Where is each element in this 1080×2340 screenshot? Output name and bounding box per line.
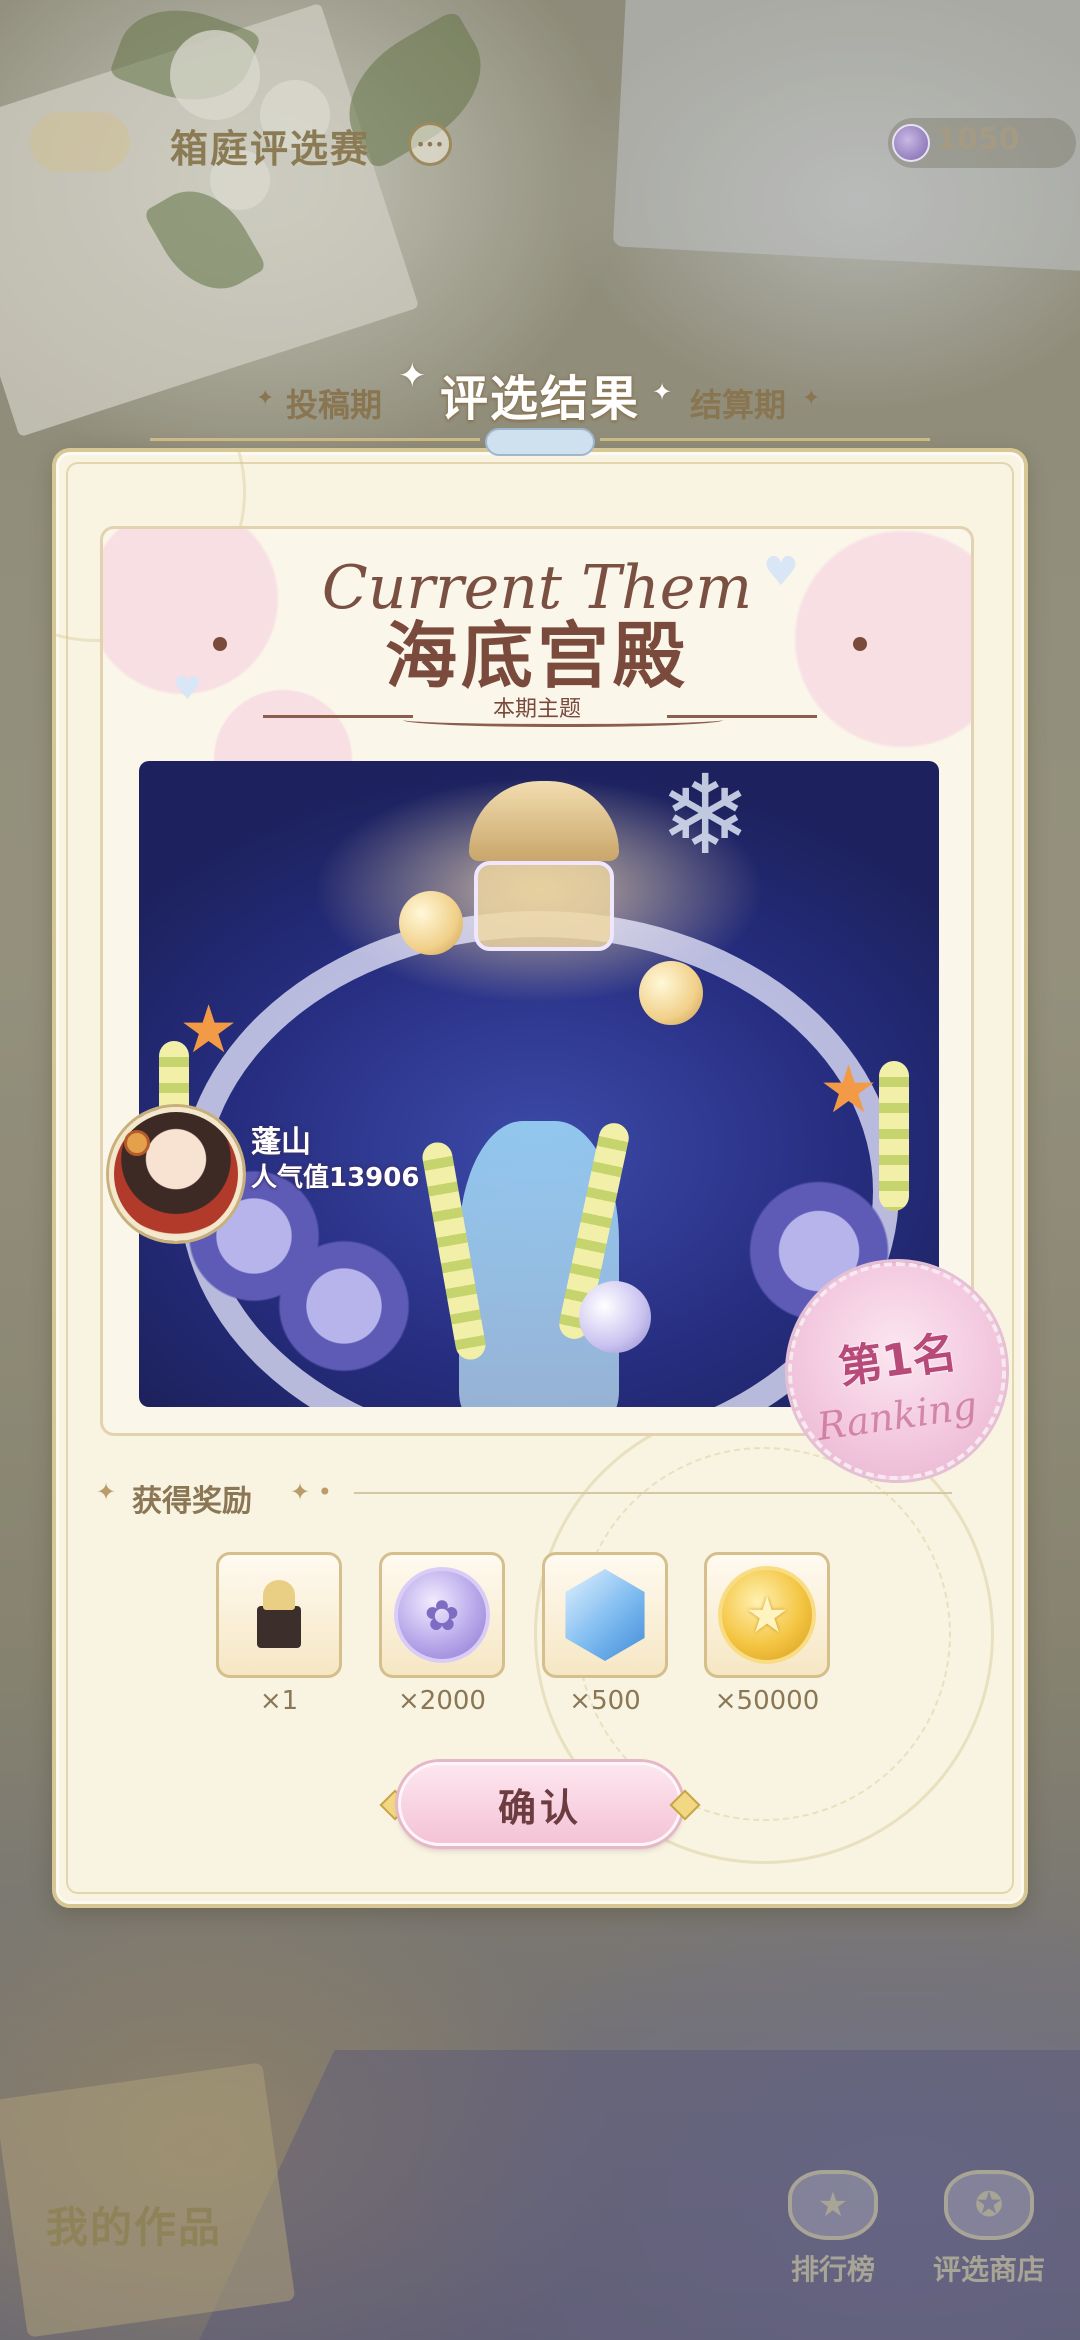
blue-crystal-icon — [565, 1569, 645, 1661]
currency-value: 1050 — [936, 122, 1020, 157]
gold-star-coin-icon: ★ — [718, 1566, 816, 1664]
sparkle-icon: ✦ — [96, 1478, 117, 1506]
sparkle-icon: ✦ • — [290, 1478, 332, 1506]
furniture-chest-icon — [249, 1580, 309, 1650]
aquarium — [474, 861, 614, 951]
orb-lamp — [399, 891, 463, 955]
back-button[interactable] — [30, 112, 130, 172]
reward-qty: ×50000 — [714, 1686, 820, 1716]
reward-item-crystal[interactable] — [542, 1552, 668, 1678]
theme-name: 海底宫殿 — [384, 614, 689, 698]
confirm-label: 确认 — [497, 1785, 582, 1830]
divider — [263, 715, 413, 718]
reward-qty: ×1 — [259, 1686, 299, 1716]
divider — [354, 1492, 952, 1494]
more-icon[interactable]: ••• — [408, 122, 452, 166]
reward-item-flower-coin[interactable]: ✿ — [379, 1552, 505, 1678]
diamond-icon: ✦ — [256, 386, 275, 411]
purple-flower-coin-icon: ✿ — [394, 1567, 490, 1663]
pearl — [579, 1281, 651, 1353]
leaderboard-button[interactable]: ★ 排行榜 — [758, 2170, 908, 2288]
shop-label: 评选商店 — [932, 2253, 1045, 2286]
dialog-header: 评选结果 — [330, 354, 750, 434]
shop-button[interactable]: ✪ 评选商店 — [914, 2170, 1064, 2288]
flower-vine — [879, 1061, 909, 1211]
ribbon-line — [150, 438, 480, 441]
dot-decoration — [213, 637, 227, 651]
shell-throne — [469, 781, 619, 861]
starfish-icon: ★ — [819, 1051, 879, 1128]
diamond-icon: ✦ — [802, 386, 821, 411]
reward-qty: ×2000 — [398, 1686, 486, 1716]
dot-decoration — [853, 637, 867, 651]
leaderboard-label: 排行榜 — [790, 2253, 875, 2286]
rewards-title: 获得奖励 — [132, 1484, 252, 1519]
ribbon-line — [600, 438, 930, 441]
trophy-icon: ★ — [788, 2170, 878, 2240]
coral-cluster — [269, 1231, 419, 1381]
creator-name: 蓬山 — [251, 1125, 311, 1160]
rank-badge: 第1名 Ranking — [788, 1262, 1006, 1480]
flower-icon — [124, 1130, 150, 1156]
orb-lamp — [639, 961, 703, 1025]
snowflake-icon: ❄ — [659, 761, 752, 879]
shop-icon: ✪ — [944, 2170, 1034, 2240]
scroll-ornament — [403, 713, 723, 727]
creator-popularity: 人气值13906 — [251, 1163, 420, 1193]
reward-item-furniture[interactable] — [216, 1552, 342, 1678]
result-dialog: ♥ ♥ Current Them 海底宫殿 本期主题 ★ ★ ❄ 蓬山 人气值1… — [52, 448, 1028, 1908]
page-title: 箱庭评选赛 — [170, 127, 371, 171]
my-works-button[interactable]: 我的作品 — [46, 2194, 222, 2255]
reward-qty: ×500 — [569, 1686, 641, 1716]
reward-item-gold-coin[interactable]: ★ — [704, 1552, 830, 1678]
confirm-button[interactable]: 确认 — [398, 1762, 682, 1846]
flower-coin-icon — [892, 124, 930, 162]
creator-avatar[interactable] — [109, 1107, 243, 1241]
dialog-title: 评选结果 — [439, 371, 640, 427]
